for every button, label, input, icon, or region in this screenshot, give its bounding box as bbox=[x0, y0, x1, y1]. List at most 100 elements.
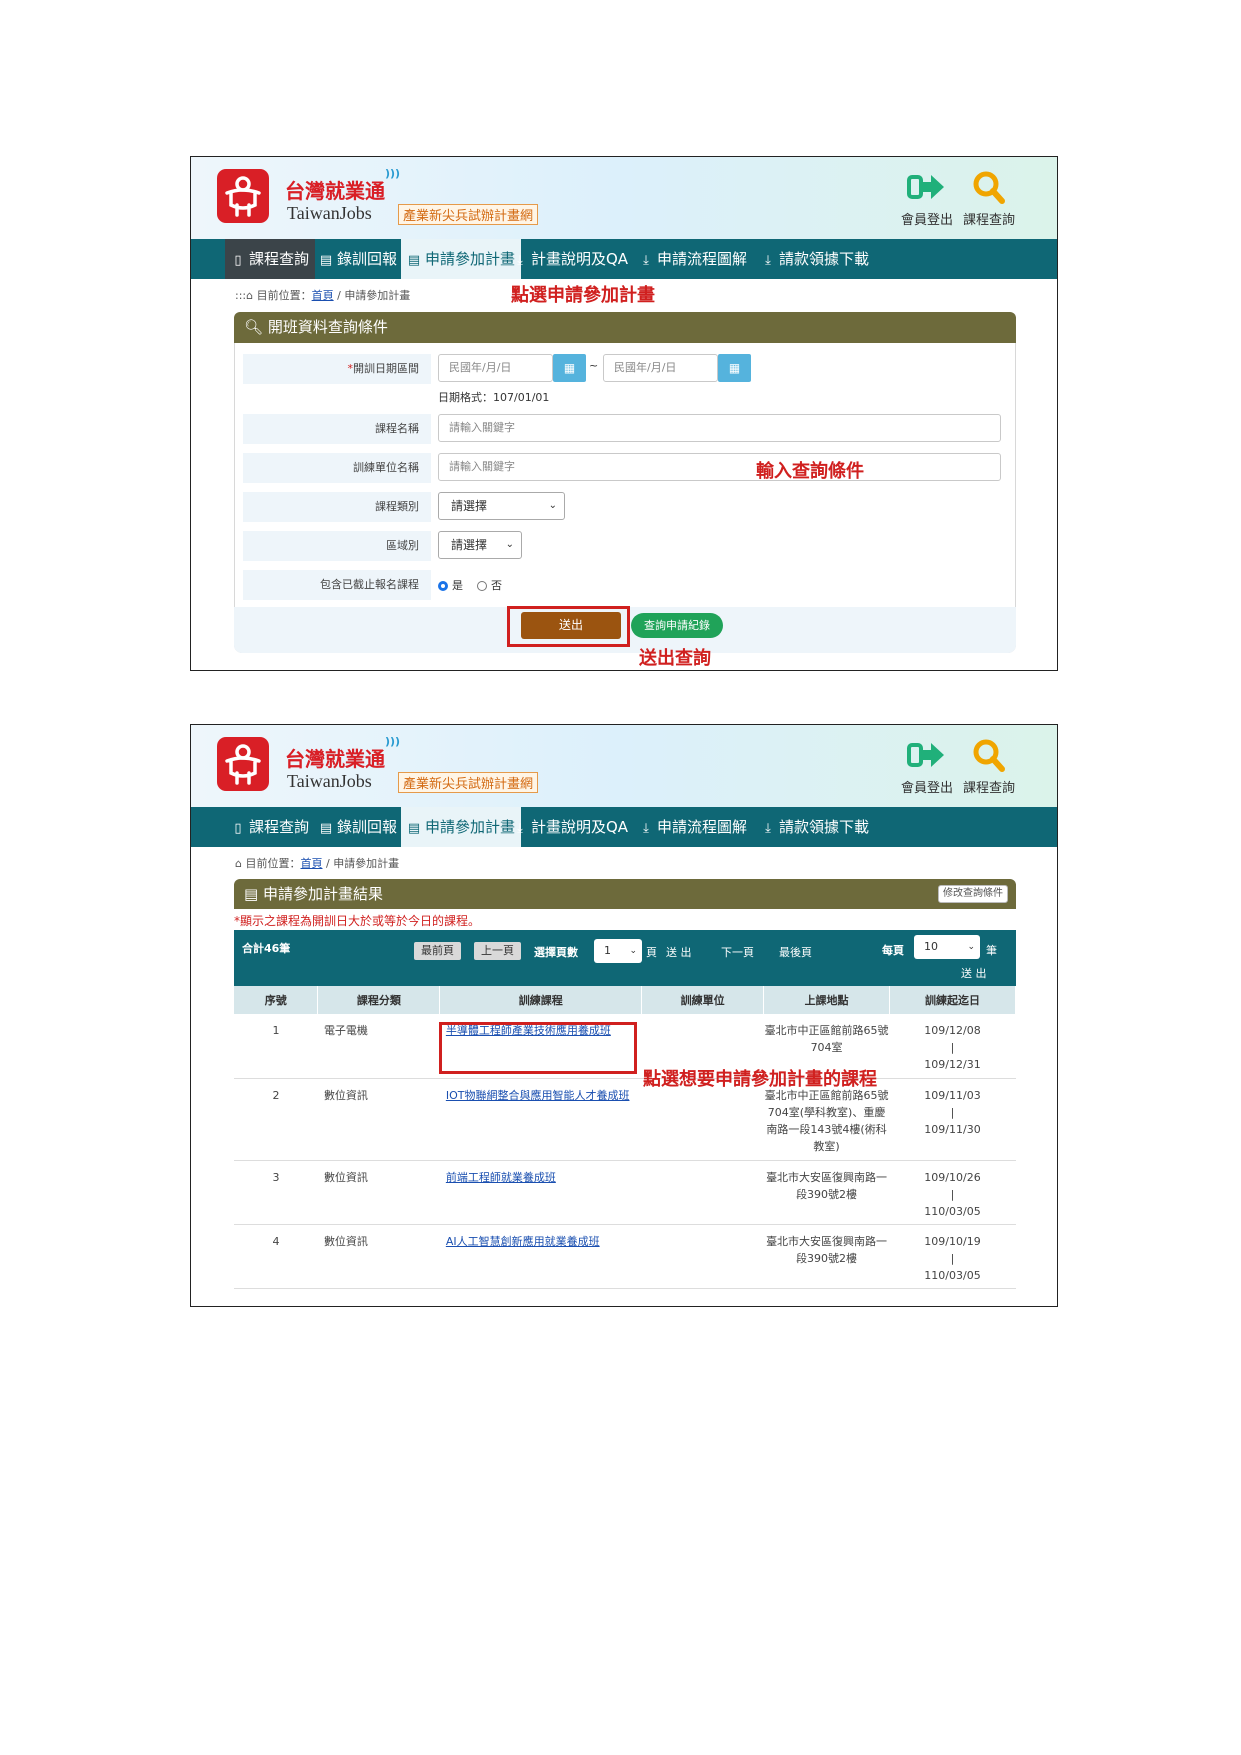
include-row: 包含已截止報名課程 bbox=[243, 570, 443, 600]
nav-flowchart[interactable]: ⤓ 申請流程圖解 bbox=[633, 807, 753, 847]
nav-flowchart[interactable]: ⤓ 申請流程圖解 bbox=[633, 239, 753, 279]
go-page-button[interactable]: 送 出 bbox=[666, 944, 692, 960]
taiwanjobs-logo[interactable] bbox=[217, 737, 269, 791]
unit-label: 訓練單位名稱 bbox=[243, 453, 431, 483]
include-label: 包含已截止報名課程 bbox=[243, 570, 431, 600]
table-row: 4 數位資訊 AI人工智慧創新應用就業養成班 臺北市大安區復興南路一段390號2… bbox=[234, 1224, 1016, 1289]
row-no: 1 bbox=[234, 1014, 318, 1079]
logout-icon bbox=[907, 175, 944, 199]
download-icon: ⤓ bbox=[765, 821, 771, 836]
date-start-input[interactable]: 民國年/月/日 bbox=[438, 354, 553, 382]
course-link[interactable]: 前端工程師就業養成班 bbox=[446, 1171, 556, 1184]
course-link[interactable]: AI人工智慧創新應用就業養成班 bbox=[446, 1235, 600, 1248]
date-end-input[interactable]: 民國年/月/日 bbox=[603, 354, 718, 382]
download-icon: ⤓ bbox=[765, 253, 771, 268]
nav-apply[interactable]: ▤ 申請參加計畫 bbox=[401, 239, 522, 279]
row-dates: 109/10/26 | 110/03/05 bbox=[889, 1160, 1016, 1225]
nav-receipt[interactable]: ⤓ 請款領據下載 bbox=[755, 807, 875, 847]
radio-no[interactable]: 否 bbox=[477, 577, 502, 593]
site-header: 台灣就業通 ))) TaiwanJobs 產業新尖兵試辦計畫網 會員登出 課程查… bbox=[191, 157, 1057, 239]
nav-training-report[interactable]: ▤ 錄訓回報 bbox=[313, 239, 403, 279]
date-separator: ~ bbox=[589, 359, 599, 372]
brand-subtitle: TaiwanJobs bbox=[287, 203, 372, 223]
brand-title: 台灣就業通 bbox=[285, 747, 385, 771]
breadcrumb-home-link[interactable]: 首頁 bbox=[300, 857, 322, 870]
logout-button[interactable]: 會員登出 bbox=[901, 169, 953, 228]
highlight-box-submit bbox=[507, 606, 630, 647]
page-select[interactable]: 1 ⌄ bbox=[594, 939, 642, 963]
prev-page-button[interactable]: 上一頁 bbox=[474, 942, 521, 960]
wifi-icon: ))) bbox=[385, 167, 401, 180]
row-dates: 109/10/19 | 110/03/05 bbox=[889, 1224, 1016, 1289]
radio-on-icon bbox=[438, 581, 448, 591]
history-button[interactable]: 查詢申請紀錄 bbox=[631, 613, 723, 638]
nav-label: 課程查詢 bbox=[249, 250, 310, 268]
course-name-input[interactable]: 請輸入關鍵字 bbox=[438, 414, 1001, 442]
annotation-submit: 送出查詢 bbox=[639, 648, 711, 669]
region-select[interactable]: 請選擇 ⌄ bbox=[438, 531, 522, 559]
logout-icon bbox=[907, 743, 944, 767]
breadcrumb: :::⌂ 目前位置：首頁 / 申請參加計畫 bbox=[235, 289, 411, 302]
row-category: 數位資訊 bbox=[317, 1160, 440, 1225]
list-alt-icon: ▤ bbox=[407, 253, 421, 268]
modify-query-button[interactable]: 修改查詢條件 bbox=[938, 885, 1008, 903]
next-page-button[interactable]: 下一頁 bbox=[721, 944, 754, 960]
first-page-button[interactable]: 最前頁 bbox=[414, 942, 461, 960]
row-category: 電子電機 bbox=[317, 1014, 440, 1079]
nav-receipt[interactable]: ⤓ 請款領據下載 bbox=[755, 239, 875, 279]
col-header: 課程分類 bbox=[317, 986, 441, 1014]
date-label: *開訓日期區間 bbox=[243, 354, 431, 384]
main-nav: ▯ 課程查詢 ▤ 錄訓回報 ▤ 申請參加計畫 ⤓ 計畫說明及QA ⤓ 申請流程圖解 ⤓ 請款… bbox=[191, 807, 1057, 847]
col-header: 序號 bbox=[234, 986, 319, 1014]
training-unit-input[interactable]: 請輸入關鍵字 bbox=[438, 453, 1001, 481]
row-dates: 109/12/08 | 109/12/31 bbox=[889, 1014, 1016, 1079]
panel-title: 開班資料查詢條件 bbox=[267, 318, 388, 336]
nav-label: 課程查詢 bbox=[249, 818, 310, 836]
table-header-row: 序號 課程分類 訓練課程 訓練單位 上課地點 訓練起迄日 bbox=[234, 986, 1016, 1014]
date-row: *開訓日期區間 bbox=[243, 354, 453, 384]
chevron-down-icon: ⌄ bbox=[548, 500, 557, 511]
chevron-down-icon: ⌄ bbox=[967, 942, 975, 952]
calendar-icon[interactable]: ▦ bbox=[553, 354, 586, 382]
col-header: 訓練起迄日 bbox=[889, 986, 1016, 1014]
course-search-button[interactable]: 課程查詢 bbox=[963, 737, 1015, 796]
list-alt-icon: ▤ bbox=[407, 821, 421, 836]
last-page-button[interactable]: 最後頁 bbox=[779, 944, 812, 960]
nav-label: 請款領據下載 bbox=[779, 818, 870, 836]
course-search-button[interactable]: 課程查詢 bbox=[963, 169, 1015, 228]
nav-label: 計畫說明及QA bbox=[531, 818, 629, 836]
download-icon: ⤓ bbox=[517, 821, 523, 836]
results-panel-header: ▤ 申請參加計畫結果 修改查詢條件 bbox=[234, 879, 1016, 909]
radio-yes[interactable]: 是 bbox=[438, 577, 463, 593]
course-link[interactable]: IOT物聯網整合與應用智能人才養成班 bbox=[446, 1089, 630, 1102]
nav-qa[interactable]: ⤓ 計畫說明及QA bbox=[507, 239, 634, 279]
nav-course-search[interactable]: ▯ 課程查詢 bbox=[225, 239, 316, 279]
row-no: 2 bbox=[234, 1078, 318, 1161]
region-row: 區域別 bbox=[243, 531, 443, 561]
row-unit bbox=[641, 1224, 764, 1289]
nav-label: 申請參加計畫 bbox=[425, 818, 516, 836]
nav-training-report[interactable]: ▤ 錄訓回報 bbox=[313, 807, 403, 847]
nav-apply[interactable]: ▤ 申請參加計畫 bbox=[401, 807, 522, 847]
col-header: 訓練單位 bbox=[641, 986, 765, 1014]
row-place: 臺北市大安區復興南路一段390號2樓 bbox=[763, 1224, 890, 1289]
breadcrumb-home-link[interactable]: 首頁 bbox=[312, 289, 334, 302]
per-page-unit: 筆 bbox=[986, 944, 997, 957]
go-per-page-button[interactable]: 送 出 bbox=[961, 965, 987, 981]
course-row: 課程名稱 bbox=[243, 414, 443, 444]
calendar-icon[interactable]: ▦ bbox=[718, 354, 751, 382]
category-value: 請選擇 bbox=[451, 499, 488, 513]
nav-qa[interactable]: ⤓ 計畫說明及QA bbox=[507, 807, 634, 847]
per-page-select[interactable]: 10 ⌄ bbox=[914, 935, 980, 959]
nav-course-search[interactable]: ▯ 課程查詢 bbox=[225, 807, 315, 847]
row-no: 3 bbox=[234, 1160, 318, 1225]
chevron-down-icon: ⌄ bbox=[629, 946, 637, 956]
course-search-label: 課程查詢 bbox=[963, 213, 1016, 228]
taiwanjobs-logo[interactable] bbox=[217, 169, 269, 223]
search-icon: 🔍︎ bbox=[244, 318, 268, 336]
course-search-label: 課程查詢 bbox=[963, 781, 1016, 796]
category-select[interactable]: 請選擇 ⌄ bbox=[438, 492, 565, 520]
nav-label: 申請流程圖解 bbox=[657, 250, 748, 268]
logout-button[interactable]: 會員登出 bbox=[901, 737, 953, 796]
results-note: *顯示之課程為開訓日大於或等於今日的課程。 bbox=[234, 914, 481, 928]
